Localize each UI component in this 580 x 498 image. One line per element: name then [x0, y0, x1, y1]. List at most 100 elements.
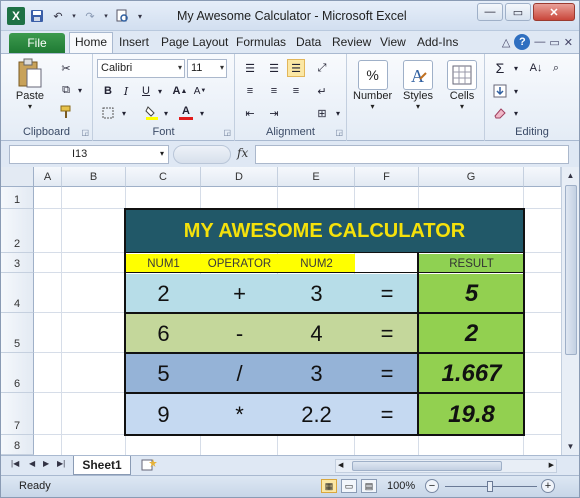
row-header-3[interactable]: 3	[1, 253, 34, 273]
font-family-select[interactable]: Calibri ▾	[97, 59, 185, 78]
number-format-button[interactable]: % Number ▾	[353, 60, 392, 111]
row-header-6[interactable]: 6	[1, 353, 34, 393]
calc-num1-cell[interactable]: 6	[126, 314, 201, 353]
insert-sheet-icon[interactable]	[141, 458, 157, 472]
calc-num1-cell[interactable]: 2	[126, 274, 201, 313]
row-header-2[interactable]: 2	[1, 209, 34, 253]
tab-page-layout[interactable]: Page Layout	[161, 35, 228, 49]
calc-operator-cell[interactable]: *	[201, 394, 278, 435]
autosum-dropdown-icon[interactable]: ▾	[507, 59, 525, 77]
scroll-right-icon[interactable]: ▶	[549, 461, 554, 469]
column-header-d[interactable]: D	[201, 167, 278, 187]
align-top-icon[interactable]: ☰	[241, 59, 259, 77]
worksheet-grid[interactable]: A B C D E F G 1 2 3 4 5 6 7 8 MY AWESOME…	[1, 167, 561, 455]
calc-num2-cell[interactable]: 3	[278, 354, 355, 393]
column-header-c[interactable]: C	[126, 167, 201, 187]
format-painter-icon[interactable]	[57, 103, 75, 121]
formula-bar-splitter[interactable]	[173, 145, 231, 164]
fill-color-dropdown-icon[interactable]: ▾	[157, 104, 175, 122]
cells-button[interactable]: Cells ▾	[447, 60, 477, 111]
formula-input[interactable]	[255, 145, 569, 164]
align-center-icon[interactable]: ≡	[265, 82, 283, 100]
excel-logo-icon[interactable]: X	[7, 7, 25, 25]
first-sheet-icon[interactable]: |◀	[11, 459, 19, 468]
column-header-g[interactable]: G	[419, 167, 524, 187]
calc-result-cell[interactable]: 2	[419, 314, 524, 353]
calc-operator-cell[interactable]: /	[201, 354, 278, 393]
tab-data[interactable]: Data	[296, 35, 321, 49]
insert-function-icon[interactable]: fx	[237, 146, 248, 160]
styles-button[interactable]: A Styles ▾	[403, 60, 433, 111]
copy-dropdown-icon[interactable]: ▾	[71, 81, 89, 99]
column-header-a[interactable]: A	[34, 167, 62, 187]
minimize-ribbon-icon[interactable]: △	[502, 36, 510, 49]
undo-icon[interactable]: ↶	[49, 7, 67, 25]
tab-file[interactable]: File	[9, 33, 65, 53]
horizontal-scrollbar[interactable]: ◀ ▶	[335, 459, 557, 473]
maximize-button[interactable]: ▭	[505, 3, 531, 21]
row-header-8[interactable]: 8	[1, 435, 34, 455]
paste-dropdown-icon[interactable]: ▾	[28, 102, 32, 111]
row-header-5[interactable]: 5	[1, 313, 34, 353]
zoom-out-button[interactable]: −	[425, 479, 439, 493]
align-bottom-icon[interactable]: ☰	[287, 59, 305, 77]
zoom-in-button[interactable]: +	[541, 479, 555, 493]
name-box[interactable]: I13 ▾	[9, 145, 169, 164]
scroll-up-icon[interactable]: ▲	[564, 169, 577, 182]
column-header-f[interactable]: F	[355, 167, 419, 187]
row-header-7[interactable]: 7	[1, 393, 34, 435]
alignment-launcher-icon[interactable]: ◲	[335, 128, 343, 137]
doc-minimize-icon[interactable]: —	[534, 36, 545, 48]
calc-num1-cell[interactable]: 9	[126, 394, 201, 435]
align-left-icon[interactable]: ≡	[241, 82, 259, 100]
normal-view-icon[interactable]: ▦	[321, 479, 337, 493]
help-icon[interactable]: ?	[514, 34, 531, 50]
scroll-down-icon[interactable]: ▼	[564, 440, 577, 453]
decrease-indent-icon[interactable]: ⇤	[241, 104, 259, 122]
doc-close-icon[interactable]: ✕	[564, 36, 573, 49]
column-header-h[interactable]	[524, 167, 561, 187]
row-header-1[interactable]: 1	[1, 187, 34, 209]
font-color-dropdown-icon[interactable]: ▾	[193, 104, 211, 122]
calc-operator-cell[interactable]: +	[201, 274, 278, 313]
redo-dropdown-icon[interactable]: ▾	[102, 7, 110, 25]
undo-dropdown-icon[interactable]: ▾	[70, 7, 78, 25]
find-select-icon[interactable]: ⌕	[547, 59, 565, 77]
increase-font-icon[interactable]: A ▲	[171, 82, 189, 100]
close-button[interactable]: ✕	[533, 3, 575, 21]
horizontal-scroll-thumb[interactable]	[352, 461, 502, 471]
tab-add-ins[interactable]: Add-Ins	[417, 35, 458, 49]
calc-num2-cell[interactable]: 3	[278, 274, 355, 313]
paste-button[interactable]: Paste ▾	[15, 58, 45, 111]
orientation-icon[interactable]: ⤢	[313, 59, 331, 77]
redo-icon[interactable]: ↷	[81, 7, 99, 25]
calc-equals-cell[interactable]: =	[355, 274, 419, 313]
calc-operator-cell[interactable]: -	[201, 314, 278, 353]
vertical-scroll-thumb[interactable]	[565, 185, 577, 355]
calc-num1-cell[interactable]: 5	[126, 354, 201, 393]
increase-indent-icon[interactable]: ⇥	[265, 104, 283, 122]
page-layout-view-icon[interactable]: ▭	[341, 479, 357, 493]
calc-num2-cell[interactable]: 2.2	[278, 394, 355, 435]
row-header-4[interactable]: 4	[1, 273, 34, 313]
calc-equals-cell[interactable]: =	[355, 314, 419, 353]
column-header-b[interactable]: B	[62, 167, 126, 187]
tab-home[interactable]: Home	[69, 32, 114, 53]
zoom-slider-thumb[interactable]	[487, 481, 493, 492]
last-sheet-icon[interactable]: ▶|	[57, 459, 65, 468]
tab-view[interactable]: View	[380, 35, 406, 49]
tab-formulas[interactable]: Formulas	[236, 35, 286, 49]
font-size-select[interactable]: 11 ▾	[187, 59, 227, 78]
customize-qat-icon[interactable]: ▾	[134, 7, 146, 25]
clipboard-launcher-icon[interactable]: ◲	[81, 128, 89, 137]
sort-filter-icon[interactable]: A↓	[527, 59, 545, 77]
calc-result-cell[interactable]: 5	[419, 274, 524, 313]
sheet-tab-sheet1[interactable]: Sheet1	[73, 456, 131, 475]
tab-review[interactable]: Review	[332, 35, 371, 49]
calc-num2-cell[interactable]: 4	[278, 314, 355, 353]
underline-dropdown-icon[interactable]: ▾	[151, 82, 169, 100]
align-right-icon[interactable]: ≡	[287, 82, 305, 100]
page-break-view-icon[interactable]: ▤	[361, 479, 377, 493]
zoom-level[interactable]: 100%	[387, 480, 415, 492]
bold-button[interactable]: B	[99, 82, 117, 100]
